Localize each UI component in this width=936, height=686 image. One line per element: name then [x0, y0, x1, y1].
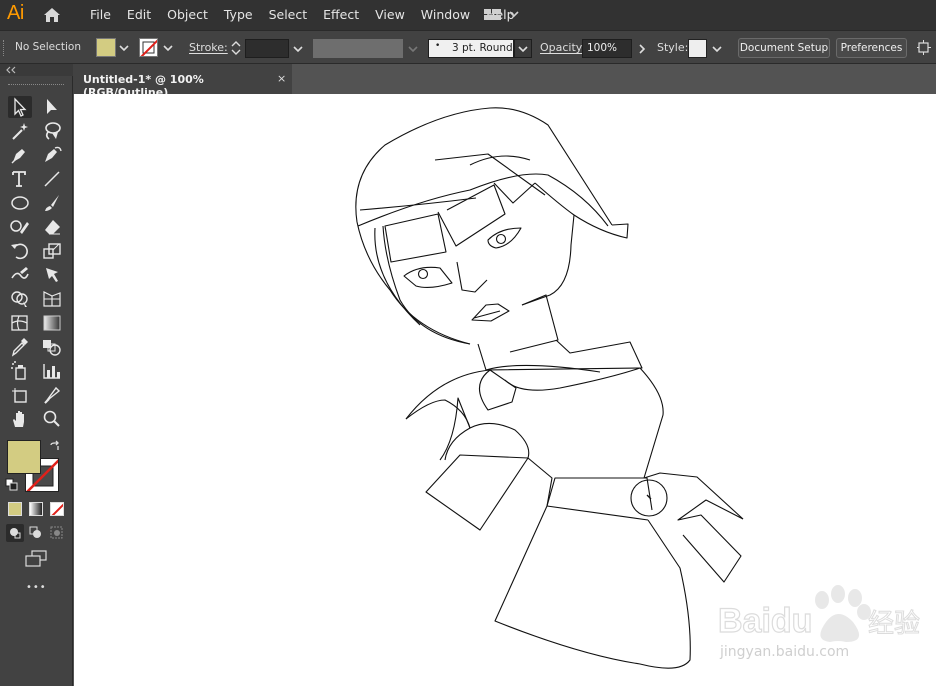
stroke-weight-chevron-icon[interactable] — [292, 43, 304, 55]
eraser-tool-icon[interactable] — [40, 216, 64, 238]
draw-normal-icon — [10, 528, 21, 539]
artboard-canvas[interactable]: Baidu 经验 jingyan.baidu.com — [74, 94, 936, 686]
stroke-dropdown-chevron-icon[interactable] — [162, 42, 174, 54]
zoom-tool-icon[interactable] — [40, 408, 64, 430]
toolbox-header — [0, 64, 73, 76]
ellipse-tool-icon[interactable] — [8, 192, 32, 214]
pen-tool-icon[interactable] — [8, 144, 32, 166]
document-tab[interactable]: Untitled-1* @ 100% (RGB/Outline) × — [73, 64, 292, 99]
lasso-tool-icon[interactable] — [40, 120, 64, 142]
variable-width-profile[interactable] — [313, 39, 403, 58]
stroke-weight-stepper[interactable] — [228, 39, 244, 57]
opacity-label[interactable]: Opacity: — [540, 41, 585, 54]
toolbox: ••• — [0, 76, 73, 686]
document-tab-close-icon[interactable]: × — [277, 72, 286, 85]
brush-definition-field[interactable]: • 3 pt. Round — [428, 39, 514, 58]
line-segment-tool-icon[interactable] — [40, 168, 64, 190]
artboard-tool-icon[interactable] — [8, 384, 32, 406]
draw-inside-icon — [50, 526, 63, 539]
direct-selection-tool-icon[interactable] — [40, 96, 64, 118]
fill-dropdown-chevron-icon[interactable] — [118, 42, 130, 54]
opacity-value: 100% — [587, 42, 618, 54]
color-mode-button[interactable] — [8, 502, 22, 516]
scale-tool-icon[interactable] — [40, 240, 64, 262]
stroke-label[interactable]: Stroke: — [189, 41, 228, 54]
fill-color-swatch[interactable] — [7, 440, 41, 474]
selection-status: No Selection — [15, 41, 82, 53]
warp-tool-icon[interactable] — [8, 264, 32, 286]
opacity-arrow-icon[interactable] — [636, 43, 648, 55]
selection-tool-icon[interactable] — [8, 96, 32, 118]
paintbrush-tool-icon[interactable] — [40, 192, 64, 214]
draw-inside-button[interactable] — [48, 524, 66, 542]
document-setup-button[interactable]: Document Setup — [738, 38, 830, 58]
swap-fill-stroke-icon[interactable] — [48, 440, 62, 454]
perspective-grid-tool-icon[interactable] — [40, 288, 64, 310]
gradient-tool-icon[interactable] — [40, 312, 64, 334]
menu-items: File Edit Object Type Select Effect View… — [82, 0, 523, 30]
edit-toolbar-icon[interactable]: ••• — [26, 582, 47, 593]
brush-dropdown[interactable] — [514, 39, 532, 58]
style-chevron-icon[interactable] — [711, 43, 723, 55]
eyedropper-tool-icon[interactable] — [8, 336, 32, 358]
none-mode-button[interactable] — [50, 502, 64, 516]
graphic-style-swatch[interactable] — [688, 39, 707, 58]
app-logo: Ai — [7, 2, 24, 24]
brush-value: 3 pt. Round — [452, 42, 513, 54]
menu-view[interactable]: View — [367, 0, 413, 30]
blend-tool-icon[interactable] — [40, 336, 64, 358]
symbol-sprayer-tool-icon[interactable] — [8, 360, 32, 382]
menu-window[interactable]: Window — [413, 0, 478, 30]
menu-select[interactable]: Select — [261, 0, 316, 30]
menu-type[interactable]: Type — [216, 0, 261, 30]
watermark-url: jingyan.baidu.com — [719, 644, 849, 660]
none-slash-icon — [51, 503, 63, 515]
profile-chevron-icon[interactable] — [407, 43, 419, 55]
stroke-none-icon — [140, 39, 157, 56]
stroke-swatch[interactable] — [139, 38, 158, 57]
rotate-tool-icon[interactable] — [8, 240, 32, 262]
watermark-brand-cn: 经验 — [868, 609, 920, 639]
menu-object[interactable]: Object — [159, 0, 216, 30]
control-bar: No Selection Stroke: • 3 pt. Round Opaci… — [0, 30, 936, 64]
curvature-tool-icon[interactable] — [40, 144, 64, 166]
menu-file[interactable]: File — [82, 0, 119, 30]
opacity-field[interactable]: 100% — [582, 39, 632, 58]
home-icon[interactable] — [41, 5, 63, 25]
shaper-tool-icon[interactable] — [8, 216, 32, 238]
baidu-watermark-logo: Baidu 经验 jingyan.baidu.com — [718, 585, 921, 660]
screen-mode-icon[interactable] — [24, 550, 48, 568]
watermark-brand: Baidu — [718, 602, 812, 640]
slice-tool-icon[interactable] — [40, 384, 64, 406]
menu-edit[interactable]: Edit — [119, 0, 159, 30]
free-transform-tool-icon[interactable] — [40, 264, 64, 286]
hand-tool-icon[interactable] — [8, 408, 32, 430]
draw-behind-button[interactable] — [27, 524, 45, 542]
control-bar-grip[interactable] — [3, 40, 7, 56]
toolbox-grip[interactable] — [8, 84, 64, 85]
column-graph-tool-icon[interactable] — [40, 360, 64, 382]
draw-normal-button[interactable] — [6, 524, 24, 542]
gradient-mode-button[interactable] — [29, 502, 43, 516]
brush-chevron-icon — [518, 46, 528, 53]
align-transform-icon[interactable] — [915, 39, 933, 57]
workspace-switcher-icon[interactable] — [484, 8, 520, 22]
shape-builder-tool-icon[interactable] — [8, 288, 32, 310]
type-tool-icon[interactable] — [8, 168, 32, 190]
draw-behind-icon — [29, 526, 41, 538]
collapse-panel-icon[interactable] — [5, 66, 17, 74]
preferences-button[interactable]: Preferences — [836, 38, 907, 58]
magic-wand-tool-icon[interactable] — [8, 120, 32, 142]
style-label: Style: — [657, 41, 689, 54]
menu-bar: Ai File Edit Object Type Select Effect V… — [0, 0, 936, 30]
brush-dot-icon: • — [435, 41, 441, 51]
stroke-weight-field[interactable] — [245, 39, 289, 58]
menu-effect[interactable]: Effect — [315, 0, 367, 30]
fill-swatch[interactable] — [96, 38, 116, 57]
mesh-tool-icon[interactable] — [8, 312, 32, 334]
default-fill-stroke-icon[interactable] — [5, 478, 19, 492]
